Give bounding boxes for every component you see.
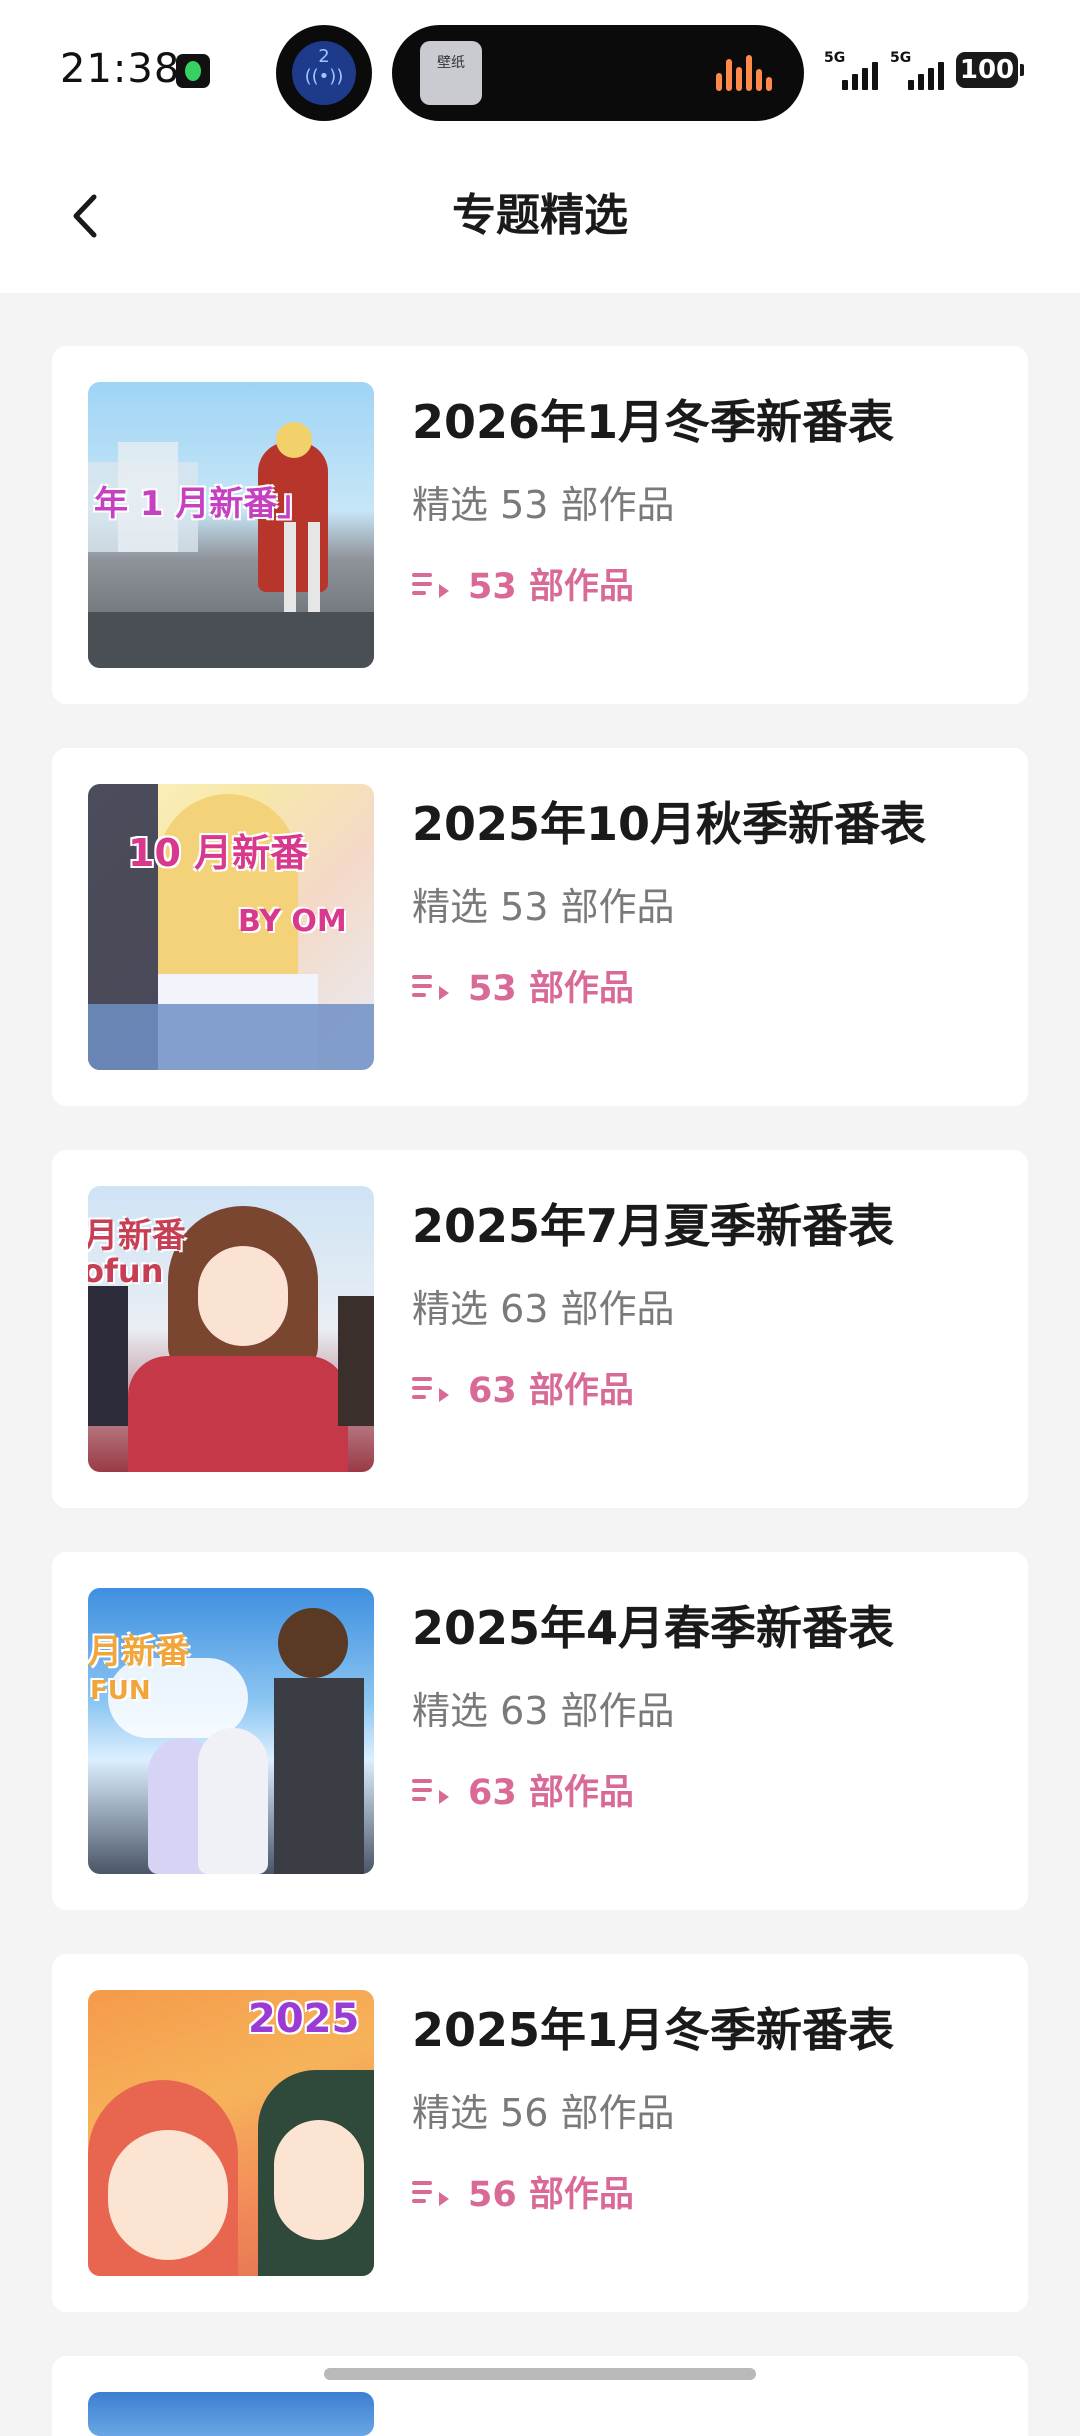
playlist-icon [412,1377,449,1402]
signal-icon-1: 5G [824,50,884,90]
collection-card[interactable]: 月新番 ofun 2025年7月夏季新番表 精选 63 部作品 63 部作品 [52,1150,1028,1508]
app-header: 专题精选 [0,145,1080,293]
playlist-icon [412,1779,449,1804]
network-type-2: 5G [890,50,912,66]
collection-card[interactable]: 年 1 月新番」 2026年1月冬季新番表 精选 53 部作品 53 部作品 [52,346,1028,704]
collection-cover: 10 月新番 BY OM [88,784,374,1070]
network-type-1: 5G [824,50,846,66]
collection-cover: 月新番 ofun [88,1186,374,1472]
collection-subtitle: 精选 53 部作品 [412,885,675,929]
playlist-icon [412,573,449,598]
collection-count-label: 53 部作品 [468,969,634,1009]
collection-count-label: 56 部作品 [468,2175,634,2215]
status-bar: 21:38 2 ((•)) 壁纸 5G 5G 100 [0,0,1080,145]
collection-card[interactable]: 2025 2025年1月冬季新番表 精选 56 部作品 56 部作品 [52,1954,1028,2312]
collection-count-label: 63 部作品 [468,1371,634,1411]
collection-subtitle: 精选 53 部作品 [412,483,675,527]
music-app-icon [176,54,210,88]
cover-caption: 月新番 [88,1216,186,1256]
collection-title: 2025年7月夏季新番表 [412,1199,895,1253]
playlist-icon [412,975,449,1000]
collection-subtitle: 精选 63 部作品 [412,1287,675,1331]
cover-caption: 年 1 月新番」 [94,484,312,524]
collection-subtitle: 精选 63 部作品 [412,1689,675,1733]
cover-caption: 2025 [248,1996,360,2042]
media-thumbnail: 壁纸 [420,41,482,105]
cover-caption-secondary: BY OM [238,904,347,939]
collection-count-label: 63 部作品 [468,1773,634,1813]
collection-count: 56 部作品 [412,2166,634,2217]
collection-title: 2025年1月冬季新番表 [412,2003,895,2057]
collection-subtitle: 精选 56 部作品 [412,2091,675,2135]
dynamic-island-media[interactable]: 壁纸 [392,25,804,121]
hotspot-count: 2 [318,46,330,67]
hotspot-icon: 2 ((•)) [292,41,356,105]
collection-cover: 2025 [88,1990,374,2276]
dynamic-island-hotspot[interactable]: 2 ((•)) [276,25,372,121]
collection-title: 2025年10月秋季新番表 [412,797,927,851]
collection-cover [88,2392,374,2436]
collection-title: 2026年1月冬季新番表 [412,395,895,449]
audio-wave-icon [716,55,776,91]
collection-count-label: 53 部作品 [468,567,634,607]
collection-count: 53 部作品 [412,558,634,609]
signal-icon-2: 5G [890,50,950,90]
collection-count: 63 部作品 [412,1362,634,1413]
cover-caption-secondary: FUN [90,1676,151,1706]
collection-title: 2025年4月春季新番表 [412,1601,895,1655]
cover-caption: 10 月新番 [128,831,309,875]
status-time: 21:38 [60,46,181,92]
collection-cover: 年 1 月新番」 [88,382,374,668]
page-title: 专题精选 [452,190,628,241]
collection-list: 年 1 月新番」 2026年1月冬季新番表 精选 53 部作品 53 部作品 1… [52,346,1028,2436]
playlist-icon [412,2181,449,2206]
collection-cover: 月新番 FUN [88,1588,374,1874]
broadcast-icon: ((•)) [304,66,344,87]
collection-count: 63 部作品 [412,1764,634,1815]
collection-card[interactable]: 10 月新番 BY OM 2025年10月秋季新番表 精选 53 部作品 53 … [52,748,1028,1106]
cover-caption: 月新番 [88,1632,190,1672]
cover-caption-secondary: ofun [88,1252,164,1290]
collection-count: 53 部作品 [412,960,634,1011]
battery-icon: 100 [956,52,1024,88]
home-indicator[interactable] [324,2368,756,2380]
collection-card[interactable]: 月新番 FUN 2025年4月春季新番表 精选 63 部作品 63 部作品 [52,1552,1028,1910]
